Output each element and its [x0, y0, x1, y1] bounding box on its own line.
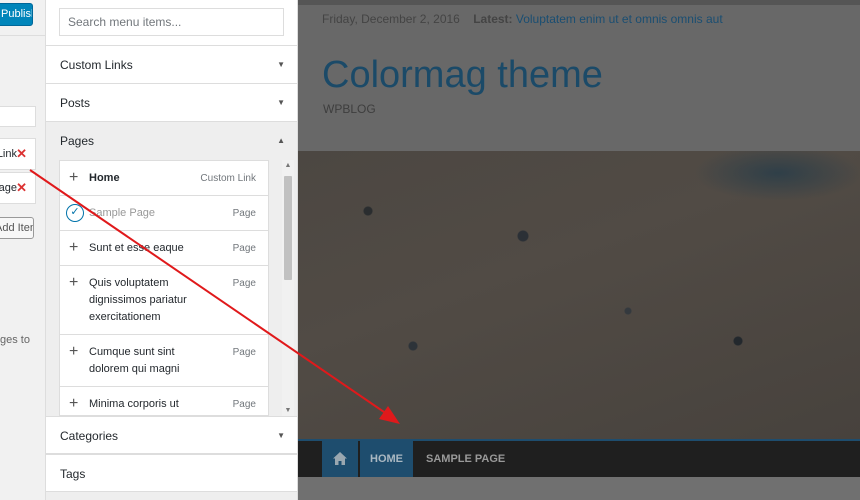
plus-icon: + — [69, 343, 79, 360]
site-title[interactable]: Colormag theme — [322, 54, 603, 97]
primary-navigation: HOME SAMPLE PAGE — [298, 439, 860, 477]
home-icon-glyph — [333, 452, 347, 466]
menu-item-label: Custom Link — [0, 148, 17, 160]
page-title: Cumque sunt sint dolorem qui magni — [89, 346, 180, 375]
list-item[interactable]: + Home Custom Link — [60, 161, 268, 196]
nav-item-sample-page[interactable]: SAMPLE PAGE — [416, 441, 515, 477]
item-type: Page — [232, 208, 256, 219]
header-image — [298, 151, 860, 439]
list-item[interactable]: + Sunt et esse eaque Page — [60, 231, 268, 266]
close-icon[interactable]: ✕ — [16, 173, 27, 203]
plus-icon: + — [69, 274, 79, 291]
section-pages[interactable]: Pages ▲ — [46, 122, 297, 160]
nav-item-home[interactable]: HOME — [360, 441, 413, 477]
scrollbar-thumb[interactable] — [284, 176, 292, 280]
site-tagline: WPBLOG — [323, 102, 376, 116]
close-icon[interactable]: ✕ — [16, 139, 27, 169]
list-item[interactable]: + Quis voluptatem dignissimos pariatur e… — [60, 266, 268, 335]
item-type: Page — [232, 347, 256, 358]
caret-down-icon: ▼ — [277, 431, 285, 440]
list-item[interactable]: + Minima corporis ut temporibus quasi Pa… — [60, 387, 268, 415]
check-icon: ✓ — [66, 204, 84, 222]
scrollbar[interactable]: ▲ ▼ — [282, 160, 294, 416]
page-title: Sunt et esse eaque — [89, 242, 184, 254]
home-icon[interactable] — [322, 441, 358, 477]
section-label: Tags — [60, 467, 86, 481]
section-tags[interactable]: Tags — [46, 454, 297, 492]
plus-icon: + — [69, 239, 79, 256]
plus-icon: + — [69, 395, 79, 412]
page-title: Quis voluptatem dignissimos pariatur exe… — [89, 277, 187, 323]
caret-up-icon: ▲ — [277, 136, 285, 145]
section-label: Categories — [60, 429, 119, 443]
latest-headline-link[interactable]: Voluptatem enim ut et omnis omnis aut — [516, 12, 723, 26]
content-area — [298, 477, 860, 500]
page-title: Home — [89, 172, 120, 184]
item-type: Page — [232, 399, 256, 410]
help-text-fragment: ges to — [0, 334, 30, 346]
publish-button[interactable]: Publish — [0, 3, 33, 26]
list-item[interactable]: ✓ Sample Page Page — [60, 196, 268, 231]
pages-list-container: + Home Custom Link ✓ Sample Page Page + … — [59, 160, 294, 416]
section-categories[interactable]: Categories ▼ — [46, 416, 297, 454]
section-label: Custom Links — [60, 58, 133, 72]
date-latest-line: Friday, December 2, 2016 Latest: Volupta… — [322, 12, 723, 26]
menu-item-custom-link[interactable]: Custom Link ✕ — [0, 138, 36, 170]
list-item[interactable]: + Cumque sunt sint dolorem qui magni Pag… — [60, 335, 268, 387]
available-menu-items-panel: Custom Links ▼ Posts ▼ Pages ▲ + Home Cu… — [46, 0, 298, 500]
latest-label: Latest: — [473, 12, 513, 26]
caret-down-icon: ▼ — [277, 60, 285, 69]
item-type: Page — [232, 243, 256, 254]
date-text: Friday, December 2, 2016 — [322, 12, 460, 26]
divider — [0, 35, 45, 36]
add-items-button[interactable]: Add Items — [0, 217, 34, 239]
section-label: Pages — [60, 134, 95, 148]
customizer-controls-strip: Publish Custom Link ✕ Sample Page ✕ Add … — [0, 0, 46, 500]
caret-down-icon: ▼ — [277, 98, 285, 107]
page-title: Minima corporis ut temporibus quasi — [89, 398, 179, 410]
item-type: Page — [232, 278, 256, 289]
search-area — [46, 0, 297, 46]
plus-icon: + — [69, 169, 79, 186]
menu-item-label: Sample Page — [0, 182, 17, 194]
section-label: Posts — [60, 96, 91, 110]
section-posts[interactable]: Posts ▼ — [46, 84, 297, 122]
preview-top-bar — [298, 0, 860, 5]
page-title: Sample Page — [89, 207, 156, 219]
scroll-down-arrow-icon[interactable]: ▼ — [282, 407, 294, 414]
menu-name-input[interactable] — [0, 106, 36, 127]
scroll-up-arrow-icon[interactable]: ▲ — [282, 162, 294, 169]
site-preview: Friday, December 2, 2016 Latest: Volupta… — [298, 0, 860, 500]
section-custom-links[interactable]: Custom Links ▼ — [46, 46, 297, 84]
search-menu-items-input[interactable] — [59, 8, 284, 36]
pages-list: + Home Custom Link ✓ Sample Page Page + … — [59, 160, 269, 416]
item-type: Custom Link — [200, 173, 256, 184]
menu-item-sample-page[interactable]: Sample Page ✕ — [0, 172, 36, 204]
